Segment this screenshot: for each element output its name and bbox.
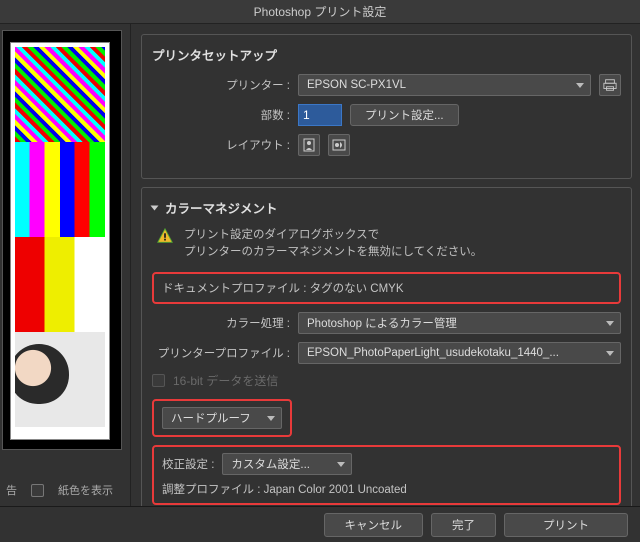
- dialog-footer: キャンセル 完了 プリント: [0, 506, 640, 542]
- printer-icon: [603, 78, 617, 92]
- portrait-icon: [303, 138, 315, 152]
- preview-image-content: [11, 43, 109, 439]
- print-button[interactable]: プリント: [504, 513, 628, 537]
- gamut-warning-label: 告: [6, 482, 17, 498]
- settings-pane: プリンタセットアップ プリンター : EPSON SC-PX1VL 部数 : プ…: [130, 24, 640, 506]
- print-settings-button[interactable]: プリント設定...: [350, 104, 459, 126]
- copies-label: 部数 :: [152, 107, 290, 123]
- show-paper-color-label: 紙色を表示: [58, 482, 113, 498]
- done-button[interactable]: 完了: [431, 513, 496, 537]
- send-16bit-label: 16-bit データを送信: [173, 372, 278, 389]
- print-settings-icon-button[interactable]: [599, 74, 621, 96]
- highlight-proof-setup: 校正設定 : カスタム設定... 調整プロファイル : Japan Color …: [152, 445, 621, 505]
- warning-icon: [156, 227, 174, 245]
- adjustment-profile-text: 調整プロファイル : Japan Color 2001 Uncoated: [162, 481, 611, 497]
- layout-landscape-button[interactable]: [328, 134, 350, 156]
- print-preview: [2, 30, 122, 450]
- color-management-heading[interactable]: カラーマネジメント: [152, 198, 621, 217]
- printer-dropdown[interactable]: EPSON SC-PX1VL: [298, 74, 591, 96]
- color-management-group: カラーマネジメント プリント設定のダイアログボックスで プリンターのカラーマネジ…: [141, 187, 632, 506]
- highlight-hardproof: ハードプルーフ: [152, 399, 292, 437]
- preview-pane: 告 紙色を表示: [0, 24, 130, 506]
- layout-portrait-button[interactable]: [298, 134, 320, 156]
- send-16bit-checkbox: [152, 374, 165, 387]
- printer-label: プリンター :: [152, 77, 290, 93]
- color-handling-dropdown[interactable]: Photoshop によるカラー管理: [298, 312, 621, 334]
- color-handling-label: カラー処理 :: [152, 315, 290, 331]
- disclosure-down-icon: [152, 201, 161, 215]
- printer-setup-heading: プリンタセットアップ: [152, 45, 621, 64]
- warning-text-line2: プリンターのカラーマネジメントを無効にしてください。: [184, 244, 482, 261]
- warning-text-line1: プリント設定のダイアログボックスで: [184, 227, 482, 244]
- window-title: Photoshop プリント設定: [0, 0, 640, 24]
- layout-label: レイアウト :: [152, 137, 290, 153]
- proof-setup-dropdown[interactable]: カスタム設定...: [222, 453, 352, 475]
- landscape-icon: [332, 139, 346, 151]
- cancel-button[interactable]: キャンセル: [324, 513, 424, 537]
- printer-setup-group: プリンタセットアップ プリンター : EPSON SC-PX1VL 部数 : プ…: [141, 34, 632, 179]
- hardproof-dropdown[interactable]: ハードプルーフ: [162, 407, 282, 429]
- proof-setup-label: 校正設定 :: [162, 456, 214, 472]
- highlight-document-profile: ドキュメントプロファイル : タグのない CMYK: [152, 272, 621, 304]
- copies-input[interactable]: [298, 104, 342, 126]
- document-profile-text: ドキュメントプロファイル : タグのない CMYK: [162, 283, 404, 295]
- show-paper-color-checkbox[interactable]: [31, 484, 44, 497]
- printer-profile-dropdown[interactable]: EPSON_PhotoPaperLight_usudekotaku_1440_.…: [298, 342, 621, 364]
- printer-profile-label: プリンタープロファイル :: [152, 345, 290, 361]
